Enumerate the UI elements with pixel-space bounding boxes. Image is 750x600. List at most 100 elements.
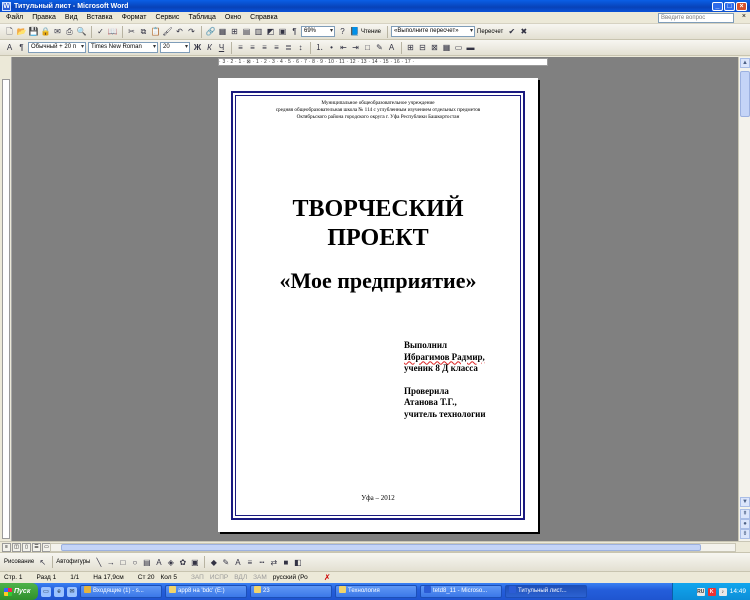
status-mode-ovr[interactable]: ЗАМ [253,574,267,581]
explorer-icon[interactable]: e [54,586,64,597]
arrow-style-icon[interactable]: ⇄ [268,557,279,568]
previous-page-icon[interactable]: ⇞ [740,509,750,519]
status-mode-track[interactable]: ИСПР [210,574,228,581]
font-select[interactable]: Times New Roman [88,42,158,53]
format-painter-icon[interactable]: 🖌 [162,26,173,37]
spelling-status-icon[interactable]: ✗ [322,572,333,583]
taskbar-item-folder-23[interactable]: 23 [250,585,332,598]
reject-change-icon[interactable]: ✖ [518,26,529,37]
browse-object-icon[interactable]: ● [740,519,750,529]
insert-excel-icon[interactable]: ▤ [241,26,252,37]
document-page[interactable]: Муниципальное общеобразовательное учрежд… [218,78,538,532]
help-icon[interactable]: ? [337,26,348,37]
minimize-button[interactable]: _ [712,1,723,11]
decrease-indent-icon[interactable]: ⇤ [338,42,349,53]
line-icon[interactable]: ╲ [93,557,104,568]
web-view-icon[interactable]: ◫ [12,543,21,552]
outside-border-icon[interactable]: □ [362,42,373,53]
taskbar-item-word-title[interactable]: Титульный лист... [505,585,587,598]
start-button[interactable]: Пуск [0,583,38,600]
language-indicator[interactable]: RU [696,587,705,596]
wordart-icon[interactable]: A [153,557,164,568]
table-merge-icon[interactable]: ⊟ [417,42,428,53]
read-icon[interactable]: 📘 [349,26,360,37]
read-button[interactable]: Чтение [361,29,381,35]
numbering-icon[interactable]: ⒈ [314,42,325,53]
line-spacing-icon[interactable]: ↕ [295,42,306,53]
print-preview-icon[interactable]: 🔍 [76,26,87,37]
insert-table-icon[interactable]: ⊞ [229,26,240,37]
columns-icon[interactable]: ▥ [253,26,264,37]
menu-insert[interactable]: Вставка [87,14,113,21]
style-select[interactable]: Обычный + 20 п [28,42,86,53]
outlook-icon[interactable]: ✉ [67,586,77,597]
align-center-icon[interactable]: ≡ [247,42,258,53]
volume-icon[interactable]: ♪ [718,587,727,596]
document-close-icon[interactable]: × [742,13,746,20]
hyperlink-icon[interactable]: 🔗 [205,26,216,37]
copy-icon[interactable]: ⧉ [138,26,149,37]
font-color-icon[interactable]: A [232,557,243,568]
cut-icon[interactable]: ✂ [126,26,137,37]
dash-style-icon[interactable]: ┅ [256,557,267,568]
print-icon[interactable]: ⎙ [64,26,75,37]
next-page-icon[interactable]: ⇟ [740,529,750,539]
oval-icon[interactable]: ○ [129,557,140,568]
autoshapes-button[interactable]: Автофигуры [56,559,90,565]
ask-question-input[interactable]: Введите вопрос [658,13,734,23]
table-split-icon[interactable]: ⊠ [429,42,440,53]
menu-window[interactable]: Окно [225,14,241,21]
kaspersky-icon[interactable]: K [707,587,716,596]
table-align-icon[interactable]: ▦ [441,42,452,53]
status-mode-ext[interactable]: ВДЛ [234,574,247,581]
undo-icon[interactable]: ↶ [174,26,185,37]
distributed-icon[interactable]: ≣ [283,42,294,53]
increase-indent-icon[interactable]: ⇥ [350,42,361,53]
vertical-scrollbar[interactable]: ▲ ▼ ⇞ ● ⇟ [738,57,750,541]
scroll-thumb[interactable] [740,71,750,117]
menu-format[interactable]: Формат [122,14,147,21]
menu-file[interactable]: Файл [6,14,23,21]
table-tools-icon[interactable]: ⊞ [405,42,416,53]
taskbar-item-inbox[interactable]: Входящие (1) - s... [80,585,162,598]
line-color-icon[interactable]: ✎ [220,557,231,568]
email-icon[interactable]: ✉ [52,26,63,37]
picture-icon[interactable]: ▣ [189,557,200,568]
maximize-button[interactable]: □ [724,1,735,11]
underline-button[interactable]: Ч [216,42,227,53]
rectangle-icon[interactable]: □ [117,557,128,568]
menu-view[interactable]: Вид [65,14,78,21]
document-map-icon[interactable]: ▣ [277,26,288,37]
accept-change-icon[interactable]: ✔ [506,26,517,37]
open-icon[interactable]: 📂 [16,26,27,37]
justify-icon[interactable]: ≡ [271,42,282,53]
save-icon[interactable]: 💾 [28,26,39,37]
status-mode-rec[interactable]: ЗАП [191,574,204,581]
scroll-down-icon[interactable]: ▼ [740,497,750,507]
menu-help[interactable]: Справка [250,14,277,21]
paste-icon[interactable]: 📋 [150,26,161,37]
spelling-icon[interactable]: ✓ [95,26,106,37]
border-style-icon[interactable]: ▭ [453,42,464,53]
line-style-icon[interactable]: ≡ [244,557,255,568]
diagram-icon[interactable]: ◈ [165,557,176,568]
close-button[interactable]: × [736,1,747,11]
select-objects-icon[interactable]: ↖ [37,557,48,568]
hscroll-thumb[interactable] [61,544,701,551]
status-language[interactable]: русский (Ро [273,574,308,581]
font-size-select[interactable]: 20 [160,42,190,53]
align-right-icon[interactable]: ≡ [259,42,270,53]
bullets-icon[interactable]: • [326,42,337,53]
horizontal-scrollbar[interactable] [50,543,736,552]
menu-tools[interactable]: Сервис [155,14,179,21]
border-color-icon[interactable]: ▬ [465,42,476,53]
align-left-icon[interactable]: ≡ [235,42,246,53]
drawing-icon[interactable]: ◩ [265,26,276,37]
clipart-icon[interactable]: ✿ [177,557,188,568]
styles-pane-icon[interactable]: A [4,42,15,53]
permission-icon[interactable]: 🔒 [40,26,51,37]
taskbar-item-folder-tech[interactable]: Технология [335,585,417,598]
highlight-icon[interactable]: ✎ [374,42,385,53]
print-view-icon[interactable]: ▯ [22,543,31,552]
scroll-up-icon[interactable]: ▲ [740,58,750,68]
